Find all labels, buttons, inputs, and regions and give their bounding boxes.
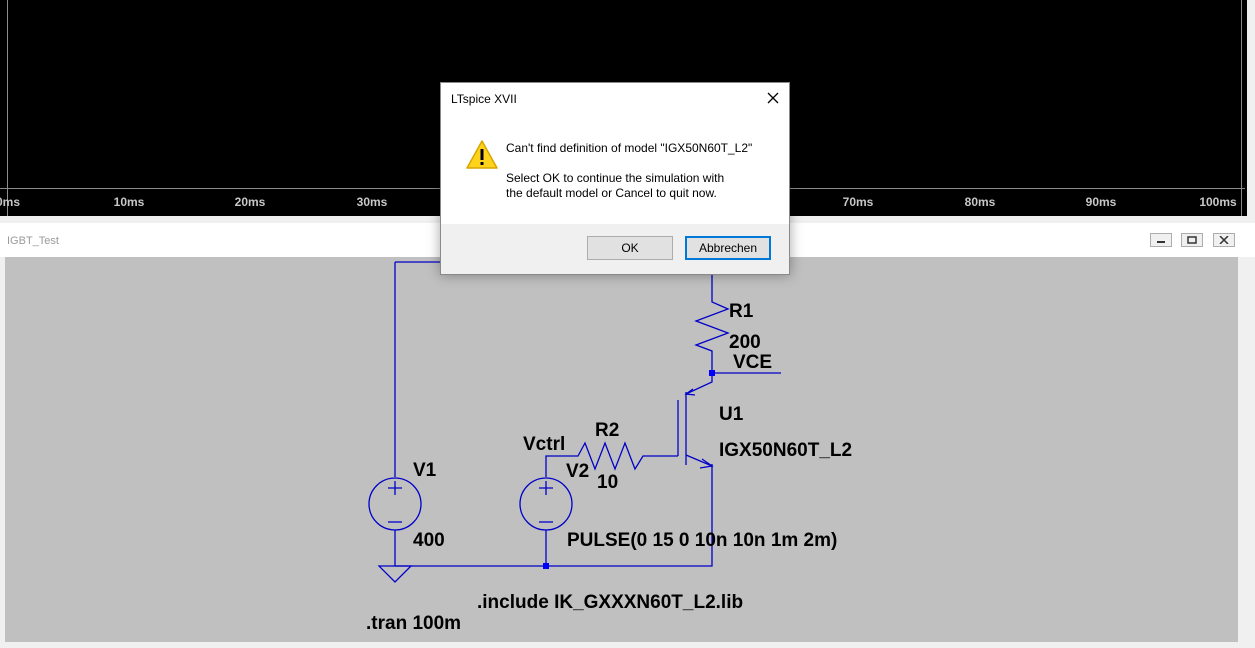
restore-button[interactable] bbox=[1181, 233, 1203, 247]
x-tick-label: 70ms bbox=[842, 195, 874, 209]
x-tick-label: 20ms bbox=[234, 195, 266, 209]
igbt-emitter bbox=[685, 454, 713, 467]
error-dialog: LTspice XVII Can't find definition of mo… bbox=[440, 82, 790, 275]
x-tick-label: 0ms bbox=[0, 195, 21, 209]
x-tick-label: 90ms bbox=[1085, 195, 1117, 209]
r2-value[interactable]: 10 bbox=[597, 472, 618, 493]
v1-value[interactable]: 400 bbox=[413, 530, 445, 551]
v2-name[interactable]: V2 bbox=[566, 461, 589, 482]
ok-button[interactable]: OK bbox=[587, 236, 673, 260]
dialog-detail-line: Select OK to continue the simulation wit… bbox=[506, 171, 725, 185]
schematic-drawing[interactable]: R1 200 VCE U1 IGX50N60T_L2 R2 10 Vctrl V… bbox=[5, 257, 1238, 642]
plot-scrollbar[interactable] bbox=[1247, 0, 1255, 216]
close-button[interactable] bbox=[1213, 233, 1235, 247]
dialog-detail: Select OK to continue the simulation wit… bbox=[506, 171, 776, 201]
schematic-window: IGBT_Test R1 200 VCE U1 IGX50N60T_L2 R2 … bbox=[0, 223, 1255, 648]
r1-resistor bbox=[694, 297, 730, 374]
dialog-message: Can't find definition of model "IGX50N60… bbox=[506, 141, 753, 155]
schematic-canvas[interactable]: R1 200 VCE U1 IGX50N60T_L2 R2 10 Vctrl V… bbox=[5, 257, 1238, 642]
close-icon bbox=[1219, 236, 1229, 244]
r1-name[interactable]: R1 bbox=[729, 301, 754, 322]
ground-symbol bbox=[377, 565, 413, 583]
plus-sign bbox=[539, 481, 553, 495]
junction-dot bbox=[543, 563, 549, 569]
x-tick-label: 10ms bbox=[113, 195, 145, 209]
u1-model[interactable]: IGX50N60T_L2 bbox=[719, 440, 852, 461]
plot-right-border bbox=[1241, 0, 1242, 216]
minimize-icon bbox=[1157, 241, 1165, 243]
close-icon bbox=[767, 92, 779, 104]
restore-icon bbox=[1187, 236, 1197, 244]
v1-name[interactable]: V1 bbox=[413, 460, 437, 481]
schematic-title: IGBT_Test bbox=[7, 235, 59, 247]
junction-dot bbox=[709, 370, 715, 376]
x-tick-label: 100ms bbox=[1199, 195, 1237, 209]
warning-icon bbox=[466, 140, 498, 169]
cancel-button[interactable]: Abbrechen bbox=[685, 236, 771, 260]
tran-directive[interactable]: .tran 100m bbox=[366, 613, 461, 634]
include-directive[interactable]: .include IK_GXXXN60T_L2.lib bbox=[477, 592, 743, 613]
r1-value[interactable]: 200 bbox=[729, 332, 761, 353]
plot-left-border bbox=[7, 0, 8, 216]
minimize-button[interactable] bbox=[1150, 233, 1172, 247]
v2-value[interactable]: PULSE(0 15 0 10n 10n 1m 2m) bbox=[567, 530, 837, 551]
vctrl-net-label[interactable]: Vctrl bbox=[523, 434, 565, 455]
x-tick-label: 80ms bbox=[964, 195, 996, 209]
u1-name[interactable]: U1 bbox=[719, 404, 744, 425]
vce-net-label[interactable]: VCE bbox=[733, 352, 772, 373]
x-tick-label: 30ms bbox=[356, 195, 388, 209]
dialog-close-button[interactable] bbox=[766, 87, 780, 107]
r2-name[interactable]: R2 bbox=[595, 420, 619, 441]
dialog-detail-line: the default model or Cancel to quit now. bbox=[506, 186, 717, 200]
dialog-title: LTspice XVII bbox=[451, 92, 517, 106]
plus-sign bbox=[388, 481, 402, 495]
dialog-button-bar: OK Abbrechen bbox=[441, 224, 789, 274]
